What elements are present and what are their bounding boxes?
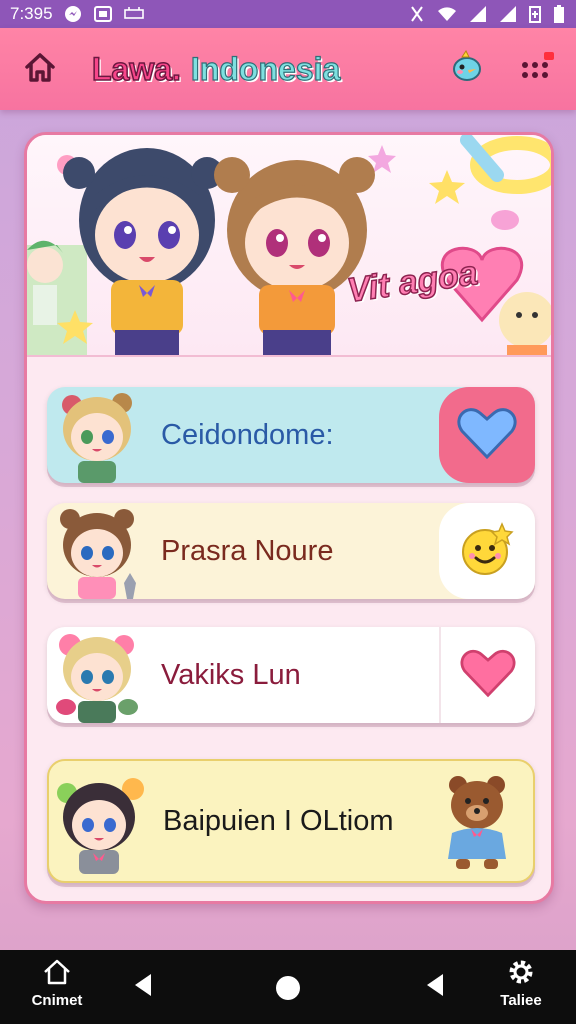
recents-button[interactable] xyxy=(420,972,450,1002)
notification-badge xyxy=(544,52,554,60)
heart-icon xyxy=(456,405,518,465)
list-item[interactable]: Baipuien I OLtiom xyxy=(47,759,535,883)
react-button[interactable] xyxy=(439,503,535,599)
card-label: Prasra Noure xyxy=(161,534,334,567)
bird-mascot-icon xyxy=(448,48,486,90)
card-label: Vakiks Lun xyxy=(161,658,301,691)
messenger-icon xyxy=(63,4,83,24)
menu-button[interactable] xyxy=(514,48,556,90)
back-triangle-icon xyxy=(131,972,155,1002)
nav-home-label: Cnimet xyxy=(31,992,83,1009)
home-icon xyxy=(23,50,57,88)
vibrate-icon xyxy=(408,4,426,24)
dark-hair-boy-avatar xyxy=(49,761,149,881)
list-item[interactable]: Vakiks Lun xyxy=(47,627,535,723)
wifi-icon xyxy=(436,4,458,24)
clock: 7:395 xyxy=(10,4,53,23)
photo-icon xyxy=(93,4,113,24)
nav-settings[interactable]: Taliee xyxy=(486,958,556,1009)
list-item[interactable]: Prasra Noure xyxy=(47,503,535,599)
mascot-button[interactable] xyxy=(446,48,488,90)
bear-icon xyxy=(440,767,516,875)
card-label: Baipuien I OLtiom xyxy=(163,804,394,837)
battery-icon xyxy=(552,4,566,24)
smiley-star-icon xyxy=(456,518,518,584)
profile-button[interactable] xyxy=(423,761,533,881)
app-header: Lawa. Indonesia xyxy=(0,28,576,110)
main-panel: Vit agoa Ceidondome: Prasra Noure Vakiks… xyxy=(24,132,554,904)
blonde-pigtail-girl-avatar xyxy=(47,627,147,723)
nav-settings-label: Taliee xyxy=(500,992,542,1009)
back-button[interactable] xyxy=(128,972,158,1002)
title-part2: Indonesia xyxy=(190,50,341,87)
home-icon xyxy=(42,958,72,990)
bottom-nav: Cnimet Taliee xyxy=(0,950,576,1024)
title-part1: Lawa. xyxy=(91,50,181,88)
brown-hair-girl-avatar xyxy=(47,503,147,599)
signal-icon xyxy=(468,4,488,24)
nav-home[interactable]: Cnimet xyxy=(22,958,92,1009)
signal-icon xyxy=(498,4,518,24)
gear-icon xyxy=(506,958,536,990)
app-title: Lawa. Indonesia xyxy=(91,50,341,88)
banner-illustration xyxy=(27,135,551,355)
battery-saver-icon xyxy=(528,4,542,24)
status-bar: 7:395 xyxy=(0,0,576,28)
blonde-girl-avatar xyxy=(47,387,147,483)
home-button[interactable] xyxy=(20,49,60,89)
home-circle-button[interactable] xyxy=(272,974,304,1006)
heart-icon xyxy=(459,647,517,703)
favorite-button[interactable] xyxy=(439,627,535,723)
home-circle-icon xyxy=(274,974,302,1006)
voicemail-icon xyxy=(123,4,145,24)
hero-banner[interactable]: Vit agoa xyxy=(27,135,551,357)
favorite-button[interactable] xyxy=(439,387,535,483)
back-triangle-icon xyxy=(423,972,447,1002)
list-item[interactable]: Ceidondome: xyxy=(47,387,535,483)
card-label: Ceidondome: xyxy=(161,418,334,451)
